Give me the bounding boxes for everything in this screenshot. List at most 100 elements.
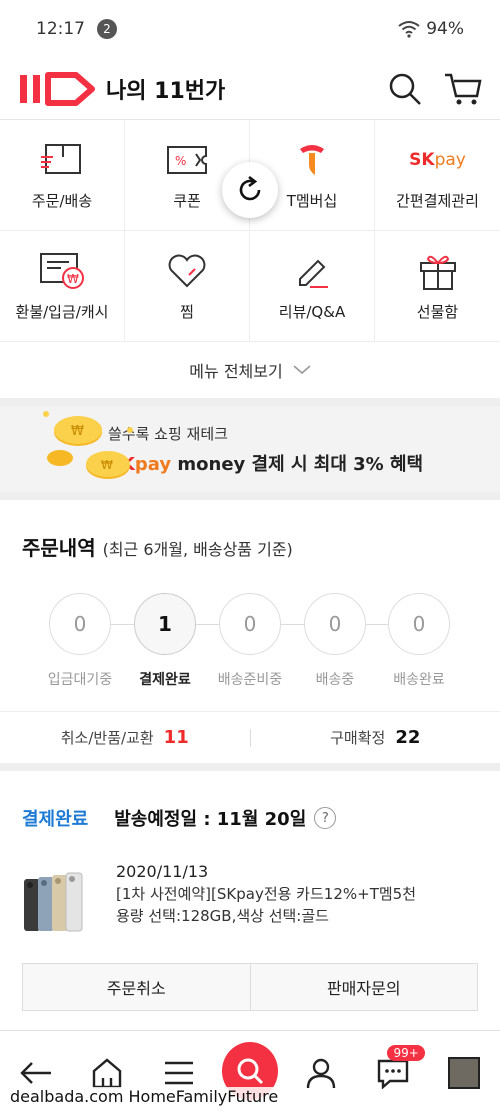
pencil-icon — [299, 259, 328, 288]
user-icon — [307, 1058, 336, 1089]
order-history-title: 주문내역 (최근 6개월, 배송상품 기준) — [22, 500, 478, 561]
refresh-button[interactable] — [222, 162, 278, 218]
nav-my[interactable] — [293, 1045, 349, 1101]
purchase-confirmed[interactable]: 구매확정 22 — [249, 727, 500, 748]
cart-icon[interactable] — [444, 72, 482, 106]
menu-grid: 주문/배송 % 쿠폰 T멤버십 SKpay 간편결제관리 ₩ 환불/입금/캐시 … — [0, 120, 500, 342]
ship-date-text: 발송예정일 : 11월 20일 — [114, 809, 307, 830]
menu-label: T멤버십 — [286, 191, 338, 210]
svg-text:₩: ₩ — [101, 458, 113, 472]
order-date: 2020/11/13 — [116, 862, 209, 881]
notification-count-badge: 2 — [97, 19, 117, 39]
cancel-order-button[interactable]: 주문취소 — [23, 964, 250, 1010]
summary-label: 구매확정 — [330, 729, 386, 747]
product-name: [1차 사전예약][SKpay전용 카드12%+T멤5천 — [116, 885, 416, 903]
order-status-row: 결제완료 발송예정일 : 11월 20일 ? — [22, 771, 478, 831]
wifi-icon — [398, 21, 420, 38]
search-icon[interactable] — [388, 72, 422, 106]
nav-recent[interactable] — [436, 1045, 492, 1101]
banner-title: SKpay money 결제 시 최대 3% 혜택 — [108, 450, 423, 476]
menu-view-all-label: 메뉴 전체보기 — [189, 362, 283, 381]
heart-icon — [168, 254, 206, 287]
section-divider — [0, 763, 500, 771]
skpay-icon: SKpay — [409, 149, 466, 170]
step-in-transit[interactable]: 0 배송중 — [290, 593, 380, 689]
nav-chat[interactable]: 99+ — [365, 1045, 425, 1101]
step-label: 입금대기중 — [47, 672, 113, 688]
step-count: 1 — [134, 593, 196, 655]
brand-logo[interactable]: 나의 11번가 — [18, 71, 226, 106]
phone-product-icon — [24, 872, 83, 932]
menu-view-all[interactable]: 메뉴 전체보기 — [0, 342, 500, 398]
coupon-icon: % — [167, 145, 207, 174]
product-info: 2020/11/13 [1차 사전예약][SKpay전용 카드12%+T멤5천 … — [116, 861, 416, 933]
menu-review-qa[interactable]: 리뷰/Q&A — [250, 231, 375, 342]
app-header: 나의 11번가 — [0, 58, 500, 120]
battery-level: 94% — [426, 19, 464, 39]
search-icon — [237, 1058, 264, 1085]
menu-label: 리뷰/Q&A — [278, 302, 346, 321]
refresh-icon — [239, 175, 261, 201]
step-count: 0 — [219, 593, 281, 655]
step-preparing-shipment[interactable]: 0 배송준비중 — [205, 593, 295, 689]
section-divider — [0, 492, 500, 500]
status-right: 94% — [398, 19, 464, 39]
summary-count: 22 — [395, 727, 421, 748]
coins-icon: ₩ ₩ — [43, 411, 133, 479]
seller-inquiry-button[interactable]: 판매자문의 — [249, 964, 477, 1010]
menu-label: 환불/입금/캐시 — [15, 302, 109, 321]
order-summary: 취소/반품/교환 11 구매확정 22 — [0, 711, 500, 763]
step-count: 0 — [304, 593, 366, 655]
step-payment-complete[interactable]: 1 결제완료 — [120, 593, 210, 689]
step-count: 0 — [388, 593, 450, 655]
menu-label: 쿠폰 — [173, 191, 201, 210]
svg-text:₩: ₩ — [67, 272, 79, 286]
watermark: dealbada.com HomeFamilyFuture — [6, 1087, 283, 1106]
hamburger-menu-icon — [164, 1061, 193, 1085]
menu-order-delivery[interactable]: 주문/배송 — [0, 120, 125, 231]
chat-icon — [377, 1059, 409, 1089]
menu-label: 선물함 — [416, 302, 459, 321]
order-steps: 0 입금대기중 1 결제완료 0 배송준비중 0 배송중 0 배송완료 — [22, 571, 478, 711]
order-box-icon — [41, 143, 81, 174]
product-thumbnail — [22, 871, 94, 933]
t-membership-icon — [300, 144, 324, 175]
status-time: 12:17 — [36, 19, 85, 39]
skpay-money-banner[interactable]: ₩ ₩ 쓸수록 쇼핑 재테크 SKpay money 결제 시 최대 3% 혜택 — [0, 406, 500, 492]
back-arrow-icon — [20, 1062, 51, 1084]
order-history: 주문내역 (최근 6개월, 배송상품 기준) 0 입금대기중 1 결제완료 0 … — [0, 500, 500, 763]
order-history-heading: 주문내역 — [22, 536, 96, 560]
step-label: 배송완료 — [393, 672, 445, 688]
menu-refund-cash[interactable]: ₩ 환불/입금/캐시 — [0, 231, 125, 342]
home-icon — [92, 1058, 122, 1089]
banner-pay: pay — [134, 453, 172, 475]
menu-wishlist[interactable]: 찜 — [125, 231, 250, 342]
menu-gift-box[interactable]: 선물함 — [375, 231, 500, 342]
chevron-down-icon — [293, 365, 311, 375]
summary-label: 취소/반품/교환 — [60, 729, 154, 747]
order-card: 결제완료 발송예정일 : 11월 20일 ? 2020/11/13 [1차 사전… — [0, 771, 500, 1011]
step-awaiting-deposit[interactable]: 0 입금대기중 — [35, 593, 125, 689]
svg-text:₩: ₩ — [71, 424, 84, 439]
order-status: 결제완료 — [22, 809, 89, 830]
menu-label: 찜 — [180, 302, 194, 321]
product-row[interactable]: 2020/11/13 [1차 사전예약][SKpay전용 카드12%+T멤5천 … — [22, 861, 478, 933]
cancel-return-exchange[interactable]: 취소/반품/교환 11 — [0, 727, 250, 748]
eleven-street-logo-icon — [20, 71, 95, 106]
step-count: 0 — [49, 593, 111, 655]
chat-badge: 99+ — [387, 1045, 425, 1061]
refund-icon: ₩ — [40, 252, 84, 289]
ship-date: 발송예정일 : 11월 20일 ? — [114, 805, 337, 831]
menu-easy-payment[interactable]: SKpay 간편결제관리 — [375, 120, 500, 231]
step-delivered[interactable]: 0 배송완료 — [374, 593, 464, 689]
page-title: 나의 11번가 — [106, 78, 226, 104]
svg-text:%: % — [175, 154, 186, 168]
banner-subtitle: 쓸수록 쇼핑 재테크 — [108, 424, 228, 443]
menu-label: 간편결제관리 — [396, 191, 479, 210]
step-label: 배송중 — [315, 672, 355, 688]
help-icon[interactable]: ? — [314, 807, 337, 829]
recent-product-thumbnail — [448, 1057, 481, 1089]
order-history-subtitle: (최근 6개월, 배송상품 기준) — [102, 540, 293, 559]
summary-count: 11 — [163, 727, 189, 748]
section-divider — [0, 398, 500, 406]
